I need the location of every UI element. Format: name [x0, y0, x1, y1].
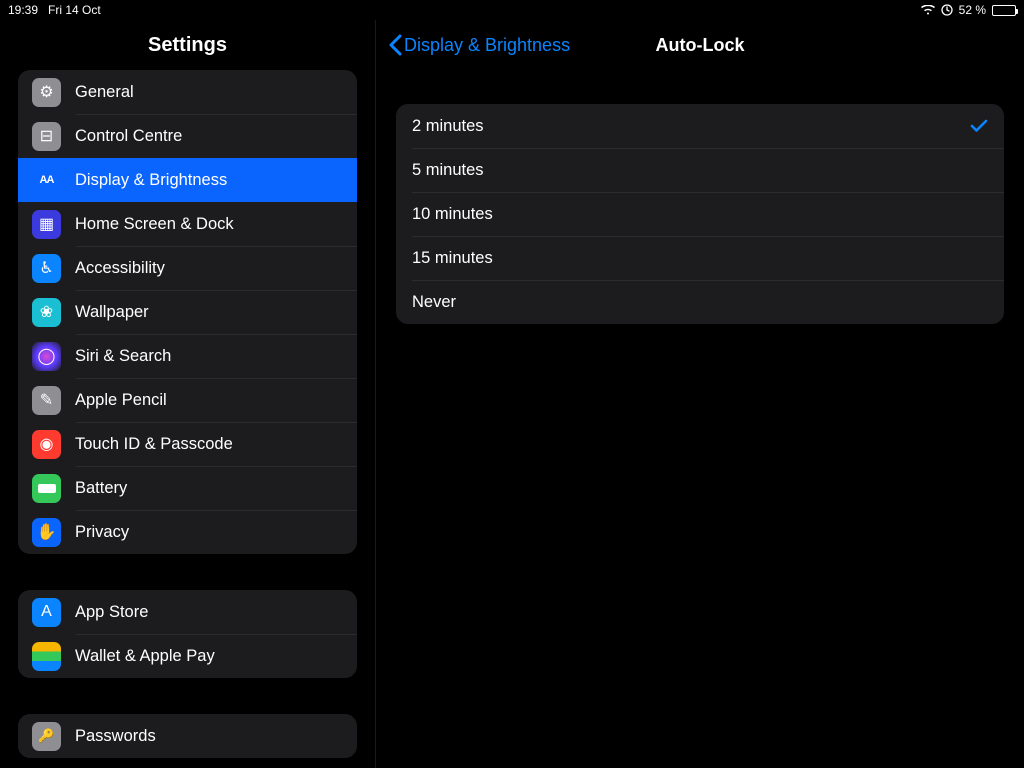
- sidebar-item-app-store[interactable]: A App Store: [18, 590, 357, 634]
- flower-icon: ❀: [32, 298, 61, 327]
- auto-lock-option[interactable]: Never: [396, 280, 1004, 324]
- sidebar-item-wallet[interactable]: Wallet & Apple Pay: [18, 634, 357, 678]
- sidebar-item-label: Accessibility: [75, 259, 165, 278]
- hand-icon: ✋: [32, 518, 61, 547]
- sidebar-item-control-centre[interactable]: ⊟ Control Centre: [18, 114, 357, 158]
- person-circle-icon: ♿︎: [32, 254, 61, 283]
- sidebar-item-pencil[interactable]: ✎ Apple Pencil: [18, 378, 357, 422]
- sidebar-item-battery[interactable]: Battery: [18, 466, 357, 510]
- gear-icon: ⚙︎: [32, 78, 61, 107]
- option-label: 5 minutes: [412, 161, 484, 180]
- sidebar-item-label: Wallet & Apple Pay: [75, 647, 215, 666]
- status-bar: 19:39 Fri 14 Oct 52 %: [0, 0, 1024, 20]
- sidebar-item-label: Battery: [75, 479, 127, 498]
- auto-lock-option[interactable]: 15 minutes: [396, 236, 1004, 280]
- chevron-left-icon: [388, 34, 402, 56]
- sidebar-item-display[interactable]: AA Display & Brightness: [18, 158, 357, 202]
- sidebar-item-label: Apple Pencil: [75, 391, 167, 410]
- status-time: 19:39: [8, 3, 38, 17]
- wallet-icon: [32, 642, 61, 671]
- grid-icon: ▦: [32, 210, 61, 239]
- auto-lock-option[interactable]: 10 minutes: [396, 192, 1004, 236]
- option-label: 2 minutes: [412, 117, 484, 136]
- settings-sidebar: Settings ⚙︎ General ⊟ Control Centre AA Displ…: [0, 20, 376, 768]
- back-button[interactable]: Display & Brightness: [388, 34, 570, 56]
- option-label: Never: [412, 293, 456, 312]
- orientation-lock-icon: [941, 4, 953, 16]
- sidebar-item-label: Home Screen & Dock: [75, 215, 234, 234]
- sidebar-item-home-screen[interactable]: ▦ Home Screen & Dock: [18, 202, 357, 246]
- sidebar-item-siri[interactable]: ◯ Siri & Search: [18, 334, 357, 378]
- sidebar-item-general[interactable]: ⚙︎ General: [18, 70, 357, 114]
- auto-lock-option[interactable]: 5 minutes: [396, 148, 1004, 192]
- switches-icon: ⊟: [32, 122, 61, 151]
- sidebar-item-passwords[interactable]: 🔑 Passwords: [18, 714, 357, 758]
- sidebar-group: A App Store Wallet & Apple Pay: [18, 590, 357, 678]
- appstore-icon: A: [32, 598, 61, 627]
- auto-lock-options: 2 minutes 5 minutes 10 minutes 15 minutes Ne…: [396, 104, 1004, 324]
- checkmark-icon: [970, 119, 988, 133]
- option-label: 10 minutes: [412, 205, 493, 224]
- status-date: Fri 14 Oct: [48, 3, 101, 17]
- sidebar-title: Settings: [0, 20, 375, 70]
- sidebar-item-label: Display & Brightness: [75, 171, 227, 190]
- battery-icon: [992, 5, 1016, 16]
- sidebar-item-label: General: [75, 83, 134, 102]
- back-label: Display & Brightness: [404, 35, 570, 56]
- sidebar-item-label: Touch ID & Passcode: [75, 435, 233, 454]
- auto-lock-option[interactable]: 2 minutes: [396, 104, 1004, 148]
- sidebar-item-privacy[interactable]: ✋ Privacy: [18, 510, 357, 554]
- battery-percent: 52 %: [959, 3, 986, 17]
- sidebar-item-label: Wallpaper: [75, 303, 149, 322]
- sidebar-item-accessibility[interactable]: ♿︎ Accessibility: [18, 246, 357, 290]
- sidebar-item-label: Privacy: [75, 523, 129, 542]
- siri-icon: ◯: [32, 342, 61, 371]
- sidebar-item-wallpaper[interactable]: ❀ Wallpaper: [18, 290, 357, 334]
- fingerprint-icon: ◉: [32, 430, 61, 459]
- sidebar-item-label: Control Centre: [75, 127, 182, 146]
- sidebar-group: 🔑 Passwords: [18, 714, 357, 758]
- pencil-icon: ✎: [32, 386, 61, 415]
- sidebar-item-label: App Store: [75, 603, 148, 622]
- sidebar-item-touchid[interactable]: ◉ Touch ID & Passcode: [18, 422, 357, 466]
- aa-icon: AA: [32, 166, 61, 195]
- sidebar-item-label: Siri & Search: [75, 347, 171, 366]
- key-icon: 🔑: [32, 722, 61, 751]
- option-label: 15 minutes: [412, 249, 493, 268]
- sidebar-item-label: Passwords: [75, 727, 156, 746]
- detail-pane: Display & Brightness Auto-Lock 2 minutes…: [376, 20, 1024, 768]
- wifi-icon: [921, 5, 935, 15]
- sidebar-group: ⚙︎ General ⊟ Control Centre AA Display & Brig…: [18, 70, 357, 554]
- battery-icon: [32, 474, 61, 503]
